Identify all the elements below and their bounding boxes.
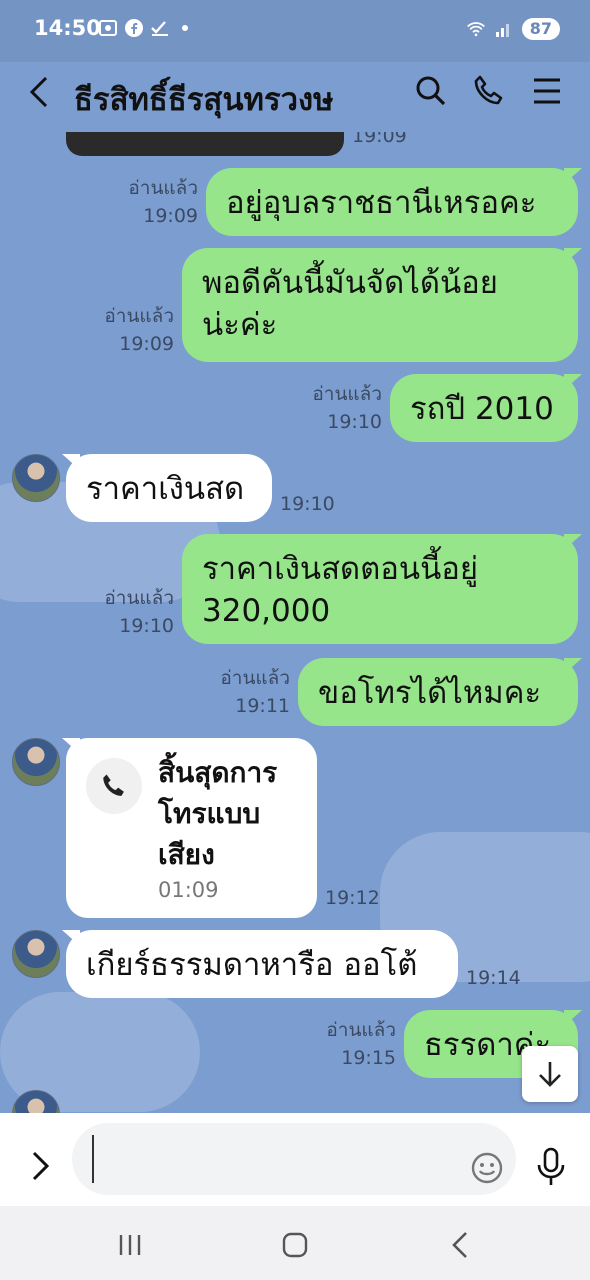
back-nav-icon[interactable] — [440, 1230, 480, 1260]
avatar[interactable] — [12, 930, 60, 978]
screenshot-icon — [98, 18, 118, 38]
battery-icon: 87 — [521, 18, 560, 40]
message-time: 19:09 — [119, 333, 174, 355]
phone-icon — [103, 774, 124, 796]
wifi-icon — [466, 19, 486, 39]
call-status-line: โทรแบบ — [158, 797, 261, 830]
call-status-line: เสียง — [158, 838, 215, 871]
message-time: 19:11 — [235, 695, 290, 717]
status-time: 14:50 — [34, 16, 101, 40]
read-receipt: อ่านแล้ว — [104, 305, 174, 327]
call-icon-circle — [86, 758, 142, 814]
message-text-line: 320,000 — [202, 593, 331, 629]
check-icon — [150, 18, 170, 38]
message-time: 19:09 — [352, 132, 407, 147]
message-time: 19:09 — [143, 205, 198, 227]
read-receipt: อ่านแล้ว — [104, 587, 174, 609]
facebook-icon — [124, 18, 144, 38]
image-message[interactable] — [66, 132, 344, 156]
call-message[interactable]: สิ้นสุดการ โทรแบบ เสียง 01:09 — [66, 738, 317, 918]
message-meta: อ่านแล้ว 19:09 — [100, 174, 198, 230]
system-nav-bar — [0, 1206, 590, 1280]
avatar[interactable] — [12, 454, 60, 502]
home-icon[interactable] — [275, 1230, 315, 1260]
arrow-down-icon — [539, 1062, 561, 1087]
read-receipt: อ่านแล้ว — [128, 177, 198, 199]
dot-icon — [182, 25, 188, 31]
message-text-line: พอดีคันนี้มันจัดได้น้อย — [202, 265, 498, 301]
outgoing-message[interactable]: ราคาเงินสดตอนนี้อยู่ 320,000 — [182, 534, 578, 644]
status-bar: 14:50 87 — [0, 0, 590, 62]
message-text: ราคาเงินสด — [86, 471, 245, 507]
outgoing-message[interactable]: รถปี 2010 — [390, 374, 578, 442]
outgoing-message[interactable]: พอดีคันนี้มันจัดได้น้อย น่ะค่ะ — [182, 248, 578, 362]
message-meta: อ่านแล้ว 19:15 — [298, 1016, 396, 1072]
incoming-message[interactable]: เกียร์ธรรมดาหารือ ออโต้ — [66, 930, 458, 998]
mic-icon[interactable] — [534, 1147, 568, 1187]
chevron-right-icon[interactable] — [26, 1149, 56, 1183]
incoming-message[interactable]: ราคาเงินสด — [66, 454, 272, 522]
message-text-line: น่ะค่ะ — [202, 307, 278, 343]
status-right: 87 — [466, 18, 560, 40]
text-cursor — [92, 1135, 94, 1183]
message-time: 19:14 — [466, 967, 521, 989]
input-bar — [0, 1113, 590, 1206]
outgoing-message[interactable]: ขอโทรได้ไหมคะ — [298, 658, 578, 726]
message-meta: อ่านแล้ว 19:10 — [76, 584, 174, 640]
menu-icon[interactable] — [532, 74, 566, 108]
read-receipt: อ่านแล้ว — [312, 383, 382, 405]
outgoing-message[interactable]: อยู่อุบลราชธานีเหรอคะ — [206, 168, 578, 236]
read-receipt: อ่านแล้ว — [326, 1019, 396, 1041]
avatar[interactable] — [12, 738, 60, 786]
call-duration: 01:09 — [158, 878, 219, 902]
signal-icon — [494, 19, 514, 39]
chat-title: ธีรสิทธิ์ธีรสุนทรวงษ — [74, 82, 334, 118]
message-text-line: ราคาเงินสดตอนนี้อยู่ — [202, 551, 479, 587]
call-status: สิ้นสุดการ โทรแบบ เสียง — [158, 752, 308, 875]
message-input[interactable] — [72, 1123, 516, 1195]
message-text: เกียร์ธรรมดาหารือ ออโต้ — [86, 947, 418, 983]
message-time: 19:10 — [280, 493, 335, 515]
read-receipt: อ่านแล้ว — [220, 667, 290, 689]
chat-area[interactable]: 19:09 อ่านแล้ว 19:09 อยู่อุบลราชธานีเหรอ… — [0, 132, 590, 1113]
phone-icon[interactable] — [472, 74, 506, 108]
emoji-icon[interactable] — [470, 1151, 504, 1185]
message-meta: อ่านแล้ว 19:09 — [76, 302, 174, 358]
message-text: ขอโทรได้ไหมคะ — [318, 675, 542, 711]
search-icon[interactable] — [414, 74, 448, 108]
message-meta: อ่านแล้ว 19:11 — [192, 664, 290, 720]
message-meta: อ่านแล้ว 19:10 — [284, 380, 382, 436]
recent-apps-icon[interactable] — [110, 1230, 150, 1260]
call-status-line: สิ้นสุดการ — [158, 756, 278, 789]
message-time: 19:10 — [119, 615, 174, 637]
back-icon[interactable] — [22, 72, 58, 112]
status-icons — [98, 18, 188, 38]
message-text: อยู่อุบลราชธานีเหรอคะ — [226, 185, 537, 221]
scroll-down-button[interactable] — [522, 1046, 578, 1102]
message-time: 19:10 — [327, 411, 382, 433]
message-time: 19:15 — [341, 1047, 396, 1069]
message-text: รถปี 2010 — [410, 391, 554, 427]
message-time: 19:12 — [325, 887, 380, 909]
chat-header: ธีรสิทธิ์ธีรสุนทรวงษ — [0, 62, 590, 132]
